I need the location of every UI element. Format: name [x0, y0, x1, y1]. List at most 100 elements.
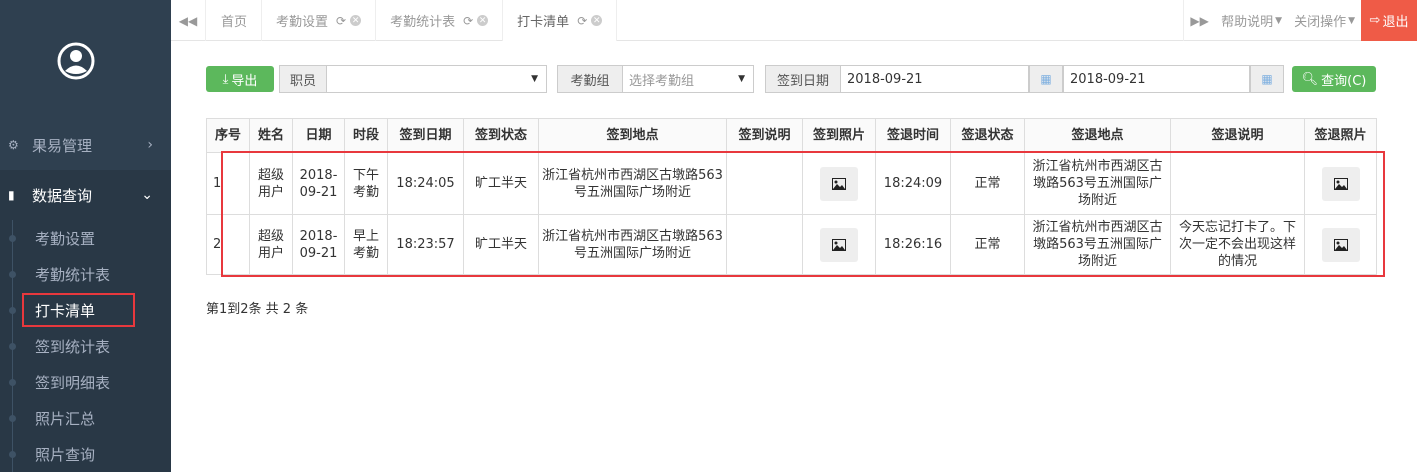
export-button[interactable]: ⤓ 导出 [206, 66, 274, 92]
caret-down-icon: ▼ [531, 74, 538, 84]
sidebar-sub-clock-list[interactable]: 打卡清单 [0, 292, 171, 328]
cell-date: 2018-09-21 [292, 152, 345, 215]
table-row[interactable]: 1 超级用户 2018-09-21 下午考勤 18:24:05 旷工半天 浙江省… [206, 152, 1377, 215]
close-icon[interactable]: ✕ [350, 15, 362, 26]
tab-bar: ◀◀ 首页 考勤设置 ⟳ ✕ 考勤统计表 ⟳ ✕ 打卡清单 ⟳ ✕ ▶▶ 帮助说明 ▼ 关闭操… [171, 0, 1417, 41]
cell-out-place: 浙江省杭州市西湖区古墩路563号五洲国际广场附近 [1024, 152, 1171, 215]
sidebar-item-label: 果易管理 [32, 136, 93, 155]
cell-out-note [1170, 152, 1305, 215]
col-header[interactable]: 签到状态 [463, 118, 539, 153]
chevron-down-icon: ⌄ [141, 187, 153, 203]
cell-in-place: 浙江省杭州市西湖区古墩路563号五洲国际广场附近 [538, 214, 727, 275]
caret-down-icon: ▼ [1348, 15, 1355, 26]
help-dropdown[interactable]: 帮助说明 ▼ [1215, 0, 1288, 41]
cell-out-time: 18:26:16 [875, 214, 951, 275]
close-icon[interactable]: ✕ [477, 15, 489, 26]
sidebar-sub-photo-summary[interactable]: 照片汇总 [0, 400, 171, 436]
cell-in-photo [802, 214, 876, 275]
sidebar-item-label: 数据查询 [32, 186, 93, 205]
scroll-left-icon[interactable]: ◀◀ [171, 0, 206, 41]
employee-label: 职员 [279, 65, 327, 93]
col-header[interactable]: 序号 [206, 118, 250, 153]
cell-in-note [726, 214, 803, 275]
table-row[interactable]: 2 超级用户 2018-09-21 早上考勤 18:23:57 旷工半天 浙江省… [206, 214, 1377, 275]
cell-no: 1 [206, 152, 250, 215]
cell-name: 超级用户 [249, 214, 293, 275]
sidebar-sub-attendance-settings[interactable]: 考勤设置 [0, 220, 171, 256]
cell-in-time: 18:23:57 [387, 214, 464, 275]
calendar-icon[interactable]: ▦ [1029, 65, 1063, 93]
image-icon[interactable] [1321, 227, 1360, 262]
refresh-icon[interactable]: ⟳ [577, 14, 587, 28]
image-icon[interactable] [1321, 166, 1360, 201]
col-header[interactable]: 签到地点 [538, 118, 727, 153]
sidebar-sub-signin-details[interactable]: 签到明细表 [0, 364, 171, 400]
group-label: 考勤组 [557, 65, 623, 93]
sidebar-submenu: 考勤设置 考勤统计表 打卡清单 签到统计表 签到明细表 照片汇总 照片查询 [0, 220, 171, 472]
cell-in-note [726, 152, 803, 215]
col-header[interactable]: 姓名 [249, 118, 293, 153]
cell-no: 2 [206, 214, 250, 275]
close-ops-dropdown[interactable]: 关闭操作 ▼ [1288, 0, 1361, 41]
highlight-box [22, 293, 135, 327]
cell-in-place: 浙江省杭州市西湖区古墩路563号五洲国际广场附近 [538, 152, 727, 215]
cell-in-time: 18:24:05 [387, 152, 464, 215]
query-button[interactable]: 🔍︎ 查询(C) [1292, 66, 1376, 92]
sidebar-sub-attendance-stats[interactable]: 考勤统计表 [0, 256, 171, 292]
cell-out-time: 18:24:09 [875, 152, 951, 215]
cell-out-photo [1304, 152, 1377, 215]
sidebar-menu: ⚙ 果易管理 › ▮ 数据查询 ⌄ 考勤设置 考勤统计表 打卡清单 签到统计表 … [0, 120, 171, 472]
cell-date: 2018-09-21 [292, 214, 345, 275]
close-icon[interactable]: ✕ [591, 15, 603, 26]
col-header[interactable]: 签退地点 [1024, 118, 1171, 153]
cell-period: 早上考勤 [344, 214, 388, 275]
tab-bar-right: ▶▶ 帮助说明 ▼ 关闭操作 ▼ ⇨ 退出 [1183, 0, 1417, 41]
col-header[interactable]: 签退时间 [875, 118, 951, 153]
user-avatar-icon[interactable] [56, 41, 96, 81]
sidebar-sub-photo-query[interactable]: 照片查询 [0, 436, 171, 472]
sidebar-item-data-query[interactable]: ▮ 数据查询 ⌄ [0, 170, 171, 220]
tabs: 首页 考勤设置 ⟳ ✕ 考勤统计表 ⟳ ✕ 打卡清单 ⟳ ✕ [207, 0, 618, 41]
download-icon: ⤓ [222, 71, 229, 87]
cell-in-status: 旷工半天 [463, 214, 539, 275]
col-header[interactable]: 日期 [292, 118, 345, 153]
col-header[interactable]: 签到说明 [726, 118, 803, 153]
logout-button[interactable]: ⇨ 退出 [1361, 0, 1417, 41]
clock-table: 序号 姓名 日期 时段 签到日期 签到状态 签到地点 签到说明 签到照片 签退时… [206, 118, 1377, 275]
cell-in-photo [802, 152, 876, 215]
cell-out-status: 正常 [950, 214, 1025, 275]
group-select[interactable]: 选择考勤组 ▼ [622, 65, 754, 93]
tab-attendance-settings[interactable]: 考勤设置 ⟳ ✕ [262, 0, 377, 41]
cell-name: 超级用户 [249, 152, 293, 215]
col-header[interactable]: 签到日期 [387, 118, 464, 153]
date-from-input[interactable]: 2018-09-21 [841, 65, 1029, 93]
caret-down-icon: ▼ [738, 74, 745, 84]
refresh-icon[interactable]: ⟳ [463, 14, 473, 28]
cell-out-place: 浙江省杭州市西湖区古墩路563号五洲国际广场附近 [1024, 214, 1171, 275]
sidebar: ⚙ 果易管理 › ▮ 数据查询 ⌄ 考勤设置 考勤统计表 打卡清单 签到统计表 … [0, 0, 171, 472]
date-to-input[interactable]: 2018-09-21 [1063, 65, 1250, 93]
refresh-icon[interactable]: ⟳ [336, 14, 346, 28]
cell-period: 下午考勤 [344, 152, 388, 215]
calendar-icon[interactable]: ▦ [1250, 65, 1284, 93]
bar-chart-icon: ▮ [8, 188, 15, 202]
col-header[interactable]: 签退说明 [1170, 118, 1305, 153]
sidebar-sub-signin-stats[interactable]: 签到统计表 [0, 328, 171, 364]
sidebar-item-fruit-management[interactable]: ⚙ 果易管理 › [0, 120, 171, 170]
employee-select[interactable]: ▼ [326, 65, 547, 93]
search-icon: 🔍︎ [1301, 71, 1319, 87]
image-icon[interactable] [820, 166, 858, 201]
scroll-right-icon[interactable]: ▶▶ [1183, 0, 1215, 41]
col-header[interactable]: 签到照片 [802, 118, 876, 153]
caret-down-icon: ▼ [1275, 15, 1283, 26]
col-header[interactable]: 签退照片 [1304, 118, 1377, 153]
cell-out-status: 正常 [950, 152, 1025, 215]
tab-home[interactable]: 首页 [207, 0, 263, 41]
col-header[interactable]: 时段 [344, 118, 388, 153]
col-header[interactable]: 签退状态 [950, 118, 1025, 153]
cogs-icon: ⚙ [8, 138, 19, 152]
tab-attendance-stats[interactable]: 考勤统计表 ⟳ ✕ [376, 0, 504, 41]
pagination-info: 第1到2条 共 2 条 [206, 302, 309, 317]
image-icon[interactable] [820, 227, 858, 262]
tab-clock-list[interactable]: 打卡清单 ⟳ ✕ [503, 0, 618, 41]
